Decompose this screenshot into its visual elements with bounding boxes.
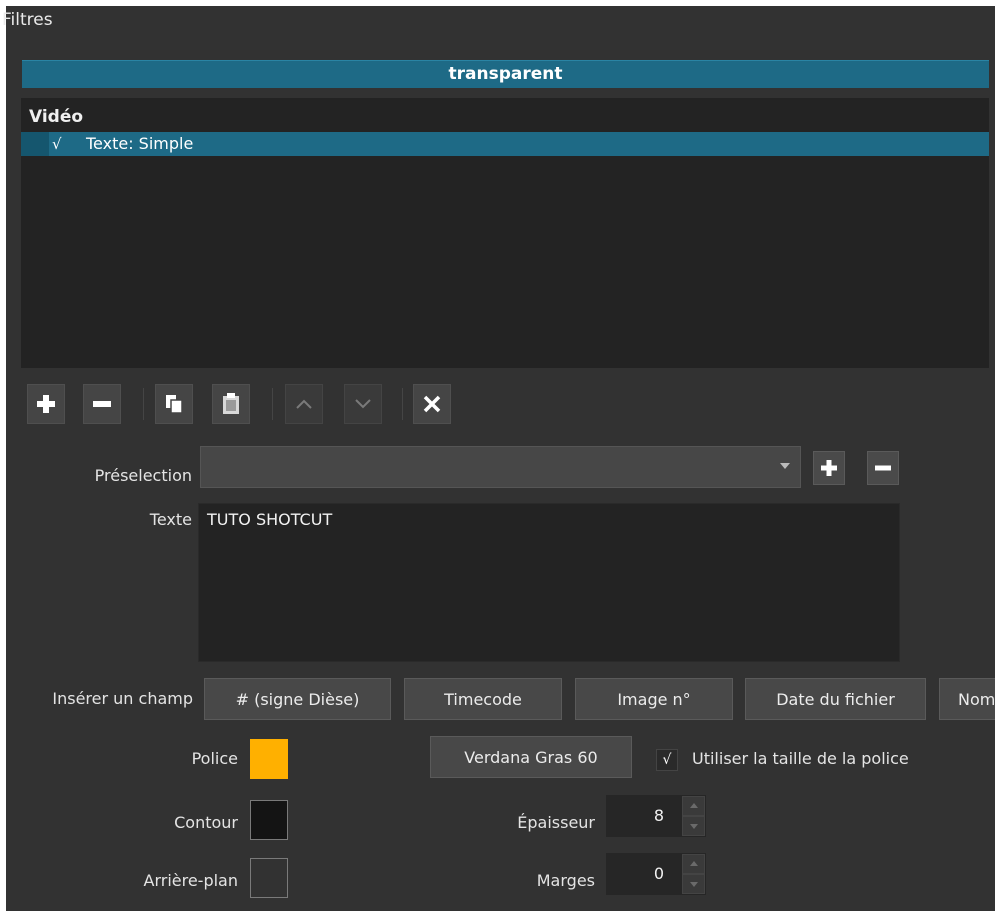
insert-name-button[interactable]: Nom bbox=[939, 678, 995, 720]
insert-hash-button[interactable]: # (signe Dièse) bbox=[204, 678, 391, 720]
use-font-size-checkbox[interactable]: √ bbox=[656, 749, 678, 771]
font-label: Police bbox=[191, 749, 238, 768]
filter-list-item[interactable]: √ Texte: Simple bbox=[21, 132, 989, 156]
toolbar-separator bbox=[402, 388, 403, 420]
save-preset-button[interactable] bbox=[813, 451, 845, 485]
add-icon bbox=[37, 395, 55, 413]
font-button[interactable]: Verdana Gras 60 bbox=[430, 736, 632, 778]
delete-preset-button[interactable] bbox=[867, 451, 899, 485]
text-label: Texte bbox=[149, 510, 192, 529]
panel-title: Filtres bbox=[2, 10, 53, 30]
outline-label: Contour bbox=[174, 813, 238, 832]
insert-file-date-button[interactable]: Date du fichier bbox=[745, 678, 926, 720]
filter-category-header: Vidéo bbox=[29, 107, 84, 127]
filter-label: Texte: Simple bbox=[86, 134, 194, 153]
background-label: Arrière-plan bbox=[143, 871, 239, 890]
add-filter-button[interactable] bbox=[27, 384, 65, 424]
spin-up-icon[interactable] bbox=[682, 796, 705, 816]
use-font-size-label: Utiliser la taille de la police bbox=[692, 749, 909, 768]
margins-spinbox[interactable]: 0 bbox=[606, 853, 706, 895]
toolbar-separator bbox=[143, 388, 144, 420]
paste-icon bbox=[223, 393, 239, 414]
deselect-icon bbox=[423, 395, 441, 413]
insert-frame-number-button[interactable]: Image n° bbox=[575, 678, 733, 720]
insert-field-label: Insérer un champ bbox=[52, 689, 193, 708]
font-color-swatch[interactable] bbox=[250, 739, 288, 779]
deselect-button[interactable] bbox=[413, 384, 451, 424]
spin-down-icon[interactable] bbox=[682, 816, 705, 836]
move-down-icon bbox=[355, 399, 371, 409]
add-icon bbox=[821, 460, 837, 476]
spin-up-icon[interactable] bbox=[682, 854, 705, 874]
toolbar-separator bbox=[272, 388, 273, 420]
thickness-value: 8 bbox=[653, 806, 664, 825]
remove-icon bbox=[93, 401, 111, 407]
thickness-spinbox[interactable]: 8 bbox=[606, 795, 706, 837]
chevron-down-icon bbox=[780, 463, 790, 469]
filter-row-marker bbox=[21, 132, 49, 156]
margins-label: Marges bbox=[536, 871, 595, 890]
remove-filter-button[interactable] bbox=[83, 384, 121, 424]
margins-value: 0 bbox=[653, 864, 664, 883]
text-input[interactable]: TUTO SHOTCUT bbox=[198, 503, 900, 662]
outline-color-swatch[interactable] bbox=[250, 800, 288, 840]
remove-icon bbox=[875, 465, 891, 471]
clip-name-bar: transparent bbox=[22, 60, 989, 88]
paste-filter-button[interactable] bbox=[212, 384, 250, 424]
filter-enabled-checkbox[interactable]: √ bbox=[52, 132, 62, 156]
background-color-swatch[interactable] bbox=[250, 858, 288, 898]
copy-icon bbox=[166, 395, 183, 414]
thickness-label: Épaisseur bbox=[517, 813, 595, 832]
spin-down-icon[interactable] bbox=[682, 874, 705, 894]
clip-name: transparent bbox=[448, 64, 563, 84]
move-up-button[interactable] bbox=[285, 384, 323, 424]
preset-dropdown[interactable] bbox=[200, 446, 801, 488]
preset-label: Préselection bbox=[94, 466, 192, 485]
copy-filter-button[interactable] bbox=[155, 384, 193, 424]
move-up-icon bbox=[296, 399, 312, 409]
move-down-button[interactable] bbox=[344, 384, 382, 424]
insert-timecode-button[interactable]: Timecode bbox=[404, 678, 562, 720]
